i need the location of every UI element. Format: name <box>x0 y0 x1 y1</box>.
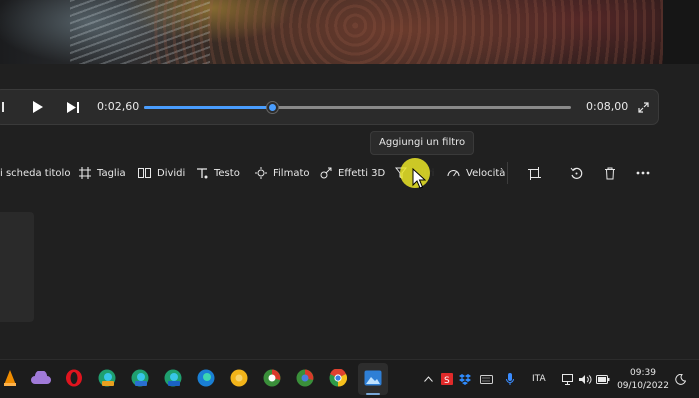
motion-icon <box>255 167 267 179</box>
cloud-app-icon[interactable] <box>31 368 51 388</box>
storyboard-clip[interactable] <box>0 212 34 322</box>
split-button[interactable]: Dividi <box>138 158 185 188</box>
mouse-cursor-icon <box>412 168 426 189</box>
keyboard-icon[interactable] <box>480 360 493 398</box>
effects-3d-button[interactable]: Effetti 3D <box>320 158 385 188</box>
svg-text:S: S <box>444 376 450 385</box>
clock-date: 09/10/2022 <box>617 381 669 391</box>
rotate-icon <box>570 167 583 179</box>
taskbar: S ITA 09:39 09/10/2022 <box>0 359 699 398</box>
video-preview <box>0 0 663 64</box>
active-app-indicator <box>366 393 380 395</box>
effects-3d-label: Effetti 3D <box>338 167 386 179</box>
editing-toolbar: i scheda titolo Taglia Dividi Testo Film… <box>0 158 699 188</box>
motion-button[interactable]: Filmato <box>255 158 310 188</box>
delete-button[interactable] <box>604 158 622 188</box>
effects-3d-icon <box>320 167 332 179</box>
edge-dev-icon[interactable] <box>130 368 150 388</box>
play-button[interactable] <box>27 90 47 124</box>
speed-label: Velocità <box>466 167 506 179</box>
show-hidden-icons-button[interactable] <box>424 360 433 398</box>
crop-button[interactable] <box>528 158 547 188</box>
seek-slider[interactable] <box>144 101 571 114</box>
chrome-d-icon[interactable] <box>262 368 282 388</box>
trim-label: Taglia <box>97 167 126 179</box>
preview-side-bar <box>663 0 699 64</box>
chrome-b-icon[interactable] <box>295 368 315 388</box>
chevron-up-icon <box>424 376 433 382</box>
dropbox-icon[interactable] <box>459 360 471 398</box>
toolbar-divider <box>507 162 508 184</box>
network-icon[interactable] <box>562 360 575 398</box>
more-icon <box>636 171 650 175</box>
tray-app-s-icon[interactable]: S <box>441 360 453 398</box>
text-icon <box>197 168 208 179</box>
crop-icon <box>528 166 541 180</box>
next-frame-button[interactable] <box>63 90 83 124</box>
speed-button[interactable]: Velocità <box>447 158 505 188</box>
motion-label: Filmato <box>273 167 310 179</box>
filter-tooltip: Aggiungi un filtro <box>370 131 475 155</box>
trash-icon <box>605 167 615 179</box>
trim-button[interactable]: Taglia <box>79 158 126 188</box>
clock-time: 09:39 <box>630 368 656 378</box>
play-icon <box>32 101 43 113</box>
title-card-label: i scheda titolo <box>0 167 71 179</box>
playback-bar: 0:02,60 0:08,00 <box>0 89 659 125</box>
rotate-button[interactable] <box>570 158 589 188</box>
current-time: 0:02,60 <box>97 100 140 113</box>
split-label: Dividi <box>157 167 186 179</box>
chrome-icon[interactable] <box>328 368 348 388</box>
focus-assist-icon[interactable] <box>675 360 686 398</box>
chrome-canary-icon[interactable] <box>229 368 249 388</box>
edge-can-icon[interactable] <box>97 368 117 388</box>
total-time: 0:08,00 <box>586 100 629 113</box>
edge-beta-icon[interactable] <box>163 368 183 388</box>
battery-icon[interactable] <box>596 360 610 398</box>
trim-icon <box>79 167 91 179</box>
skip-back-button[interactable] <box>0 90 9 124</box>
opera-icon[interactable] <box>64 368 84 388</box>
system-clock[interactable]: 09:39 09/10/2022 <box>614 367 672 393</box>
more-button[interactable] <box>636 158 656 188</box>
expand-icon <box>637 101 649 113</box>
speed-icon <box>447 170 460 177</box>
seek-progress <box>144 106 273 109</box>
volume-icon[interactable] <box>579 360 592 398</box>
seek-thumb[interactable] <box>266 101 280 114</box>
preview-rocks <box>150 0 663 64</box>
text-label: Testo <box>214 167 240 179</box>
microphone-icon[interactable] <box>506 360 514 398</box>
next-frame-icon <box>67 101 79 113</box>
title-card-button[interactable]: i scheda titolo <box>0 158 70 188</box>
language-indicator[interactable]: ITA <box>532 360 546 398</box>
text-button[interactable]: Testo <box>196 158 240 188</box>
fullscreen-button[interactable] <box>635 90 651 124</box>
split-icon <box>138 168 151 178</box>
vlc-icon[interactable] <box>0 368 20 388</box>
skip-back-icon <box>2 102 4 112</box>
photos-icon[interactable] <box>363 368 383 388</box>
edge-icon[interactable] <box>196 368 216 388</box>
